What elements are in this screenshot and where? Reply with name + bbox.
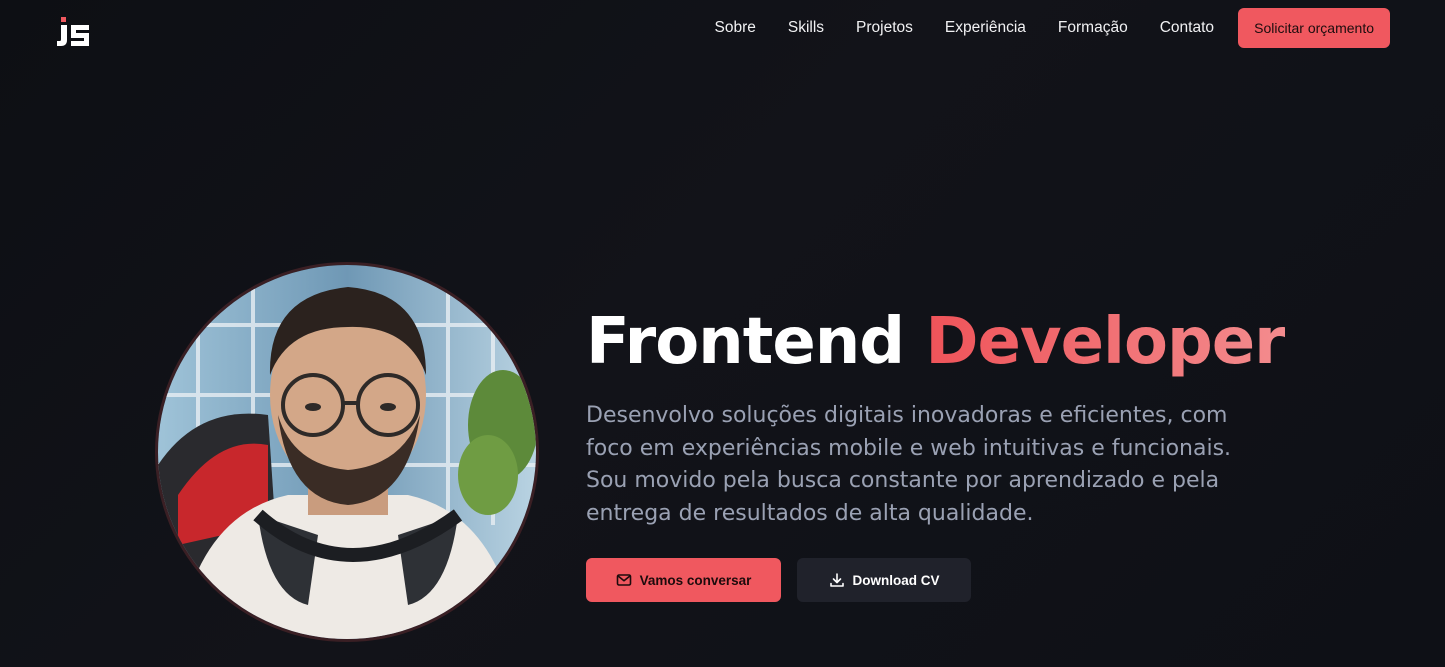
nav-formacao[interactable]: Formação <box>1058 18 1128 38</box>
site-header: Sobre Skills Projetos Experiência Formaç… <box>0 0 1445 56</box>
hero-title-part1: Frontend <box>586 305 905 379</box>
download-cv-label: Download CV <box>852 572 940 588</box>
mail-icon <box>616 572 632 588</box>
hero-title: Frontend Developer <box>586 300 1286 384</box>
hero-title-part2: Developer <box>925 305 1285 379</box>
request-quote-button[interactable]: Solicitar orçamento <box>1238 8 1390 48</box>
nav-skills[interactable]: Skills <box>788 18 824 38</box>
nav-experiencia[interactable]: Experiência <box>945 18 1026 38</box>
nav-contato[interactable]: Contato <box>1160 18 1214 38</box>
contact-button[interactable]: Vamos conversar <box>586 558 781 602</box>
nav-sobre[interactable]: Sobre <box>715 18 756 38</box>
profile-photo-illustration <box>158 265 536 639</box>
contact-button-label: Vamos conversar <box>639 572 752 588</box>
hero-description: Desenvolvo soluções digitais inovadoras … <box>586 403 1232 526</box>
download-cv-button[interactable]: Download CV <box>797 558 971 602</box>
main-nav: Sobre Skills Projetos Experiência Formaç… <box>683 18 1215 38</box>
logo-js-icon[interactable] <box>55 16 95 48</box>
profile-photo <box>155 262 539 642</box>
nav-projetos[interactable]: Projetos <box>856 18 913 38</box>
download-icon <box>829 572 845 588</box>
